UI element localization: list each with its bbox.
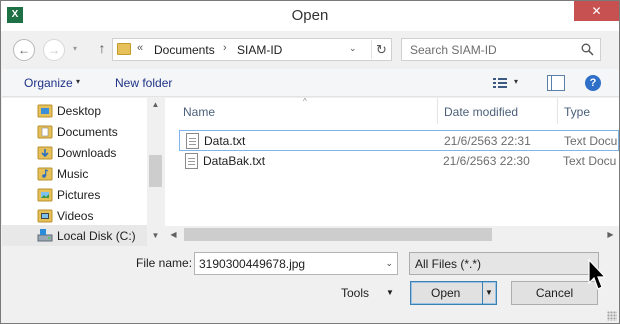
open-caret-icon[interactable]: ▼: [485, 288, 493, 297]
search-icon: [581, 43, 594, 56]
open-button-label: Open: [431, 286, 461, 300]
text-file-icon: [185, 153, 198, 169]
folder-icon: [117, 43, 131, 55]
nav-item-pictures[interactable]: Pictures: [2, 184, 147, 205]
new-folder-button[interactable]: New folder: [115, 76, 172, 90]
recent-locations-dropdown-icon[interactable]: ▾: [73, 44, 77, 53]
column-header-name[interactable]: Name: [183, 98, 215, 124]
scroll-left-icon[interactable]: ◀: [165, 226, 182, 243]
nav-item-label: Music: [57, 167, 89, 181]
address-bar[interactable]: « Documents › SIAM-ID ⌄ ↻: [112, 38, 392, 61]
file-row-databak-txt[interactable]: DataBak.txt 21/6/2563 22:30 Text Docu: [179, 151, 619, 172]
mouse-cursor-icon: [588, 259, 607, 290]
scroll-up-icon[interactable]: ▲: [147, 98, 164, 112]
file-name: Data.txt: [204, 134, 246, 148]
file-name: DataBak.txt: [203, 154, 266, 168]
nav-item-label: Documents: [57, 125, 118, 139]
documents-folder-icon: [37, 125, 53, 139]
command-toolbar: Organize ▾ New folder ▾ ?: [2, 69, 619, 97]
nav-item-label: Videos: [57, 209, 94, 223]
view-caret-icon[interactable]: ▾: [514, 77, 518, 86]
column-header-type[interactable]: Type: [564, 98, 590, 124]
nav-item-label: Local Disk (C:): [57, 229, 136, 243]
text-file-icon: [186, 133, 199, 149]
breadcrumb-overflow[interactable]: «: [137, 42, 143, 54]
nav-item-label: Pictures: [57, 188, 101, 202]
nav-item-downloads[interactable]: Downloads: [2, 142, 147, 163]
title-bar[interactable]: X Open ✕: [1, 1, 619, 31]
file-name-field[interactable]: 3190300449678.jpg ⌄: [194, 252, 398, 275]
help-icon[interactable]: ?: [585, 75, 601, 91]
navigation-pane: Desktop Documents Downloads Music Pictur…: [2, 98, 164, 246]
file-type-filter[interactable]: All Files (*.*) ⌄: [409, 252, 599, 275]
music-folder-icon: [37, 167, 53, 181]
column-divider[interactable]: [437, 98, 438, 124]
open-split-divider: [482, 282, 483, 304]
sort-ascending-icon: ^: [303, 97, 307, 106]
file-list-horizontal-scrollbar[interactable]: ◀ ▶: [165, 226, 619, 243]
column-divider[interactable]: [557, 98, 558, 124]
organize-caret-icon[interactable]: ▾: [76, 77, 80, 86]
nav-item-label: Desktop: [57, 104, 102, 118]
breadcrumb-siam-id[interactable]: SIAM-ID: [237, 43, 282, 57]
file-list: ^ Name Date modified Type Data.txt 21/6/…: [165, 97, 619, 243]
nav-pane-scrollbar[interactable]: ▲ ▼: [147, 98, 164, 243]
desktop-folder-icon: [37, 104, 53, 118]
tools-caret-icon[interactable]: ▼: [386, 288, 394, 297]
open-button[interactable]: Open: [410, 281, 497, 305]
nav-item-local-disk[interactable]: Local Disk (C:): [2, 225, 147, 246]
nav-item-music[interactable]: Music: [2, 163, 147, 184]
up-folder-button[interactable]: ↑: [93, 40, 111, 60]
file-name-label: File name:: [136, 256, 193, 270]
nav-item-videos[interactable]: Videos: [2, 205, 147, 226]
file-type-filter-value: All Files (*.*): [415, 257, 482, 271]
open-file-dialog: X Open ✕ ← → ▾ ↑ « Documents › SIAM-ID ⌄…: [0, 0, 620, 324]
refresh-button[interactable]: ↻: [371, 40, 391, 59]
search-placeholder: Search SIAM-ID: [410, 43, 497, 57]
scroll-down-icon[interactable]: ▼: [147, 229, 164, 243]
search-input[interactable]: Search SIAM-ID: [401, 38, 601, 61]
nav-item-documents[interactable]: Documents: [2, 121, 147, 142]
videos-folder-icon: [37, 209, 53, 223]
dialog-title: Open: [291, 7, 329, 24]
file-date: 21/6/2563 22:31: [444, 134, 531, 148]
change-view-icon[interactable]: [492, 76, 508, 90]
column-header-date-modified[interactable]: Date modified: [444, 98, 518, 124]
breadcrumb-separator[interactable]: ›: [223, 42, 227, 54]
tools-button[interactable]: Tools: [341, 286, 369, 300]
back-button[interactable]: ←: [13, 39, 35, 61]
pictures-folder-icon: [37, 188, 53, 202]
scroll-thumb[interactable]: [184, 228, 492, 241]
downloads-folder-icon: [37, 146, 53, 160]
address-dropdown-icon[interactable]: ⌄: [349, 43, 357, 54]
file-type: Text Docu: [564, 134, 618, 148]
scroll-right-icon[interactable]: ▶: [602, 226, 619, 243]
local-disk-icon: [37, 229, 53, 242]
close-button[interactable]: ✕: [574, 1, 619, 21]
nav-item-desktop[interactable]: Desktop: [2, 100, 147, 121]
file-type: Text Docu: [563, 154, 617, 168]
breadcrumb-documents[interactable]: Documents: [154, 43, 215, 57]
scroll-thumb[interactable]: [149, 155, 162, 187]
file-name-value: 3190300449678.jpg: [199, 257, 306, 271]
preview-pane-icon[interactable]: [547, 75, 565, 91]
nav-item-label: Downloads: [57, 146, 117, 160]
file-row-data-txt[interactable]: Data.txt 21/6/2563 22:31 Text Docu: [179, 130, 619, 151]
organize-button[interactable]: Organize: [24, 76, 73, 90]
resize-grip[interactable]: [607, 311, 617, 321]
cancel-button[interactable]: Cancel: [511, 281, 598, 305]
file-date: 21/6/2563 22:30: [443, 154, 530, 168]
file-name-dropdown-icon[interactable]: ⌄: [385, 258, 393, 269]
forward-button[interactable]: →: [43, 39, 65, 61]
